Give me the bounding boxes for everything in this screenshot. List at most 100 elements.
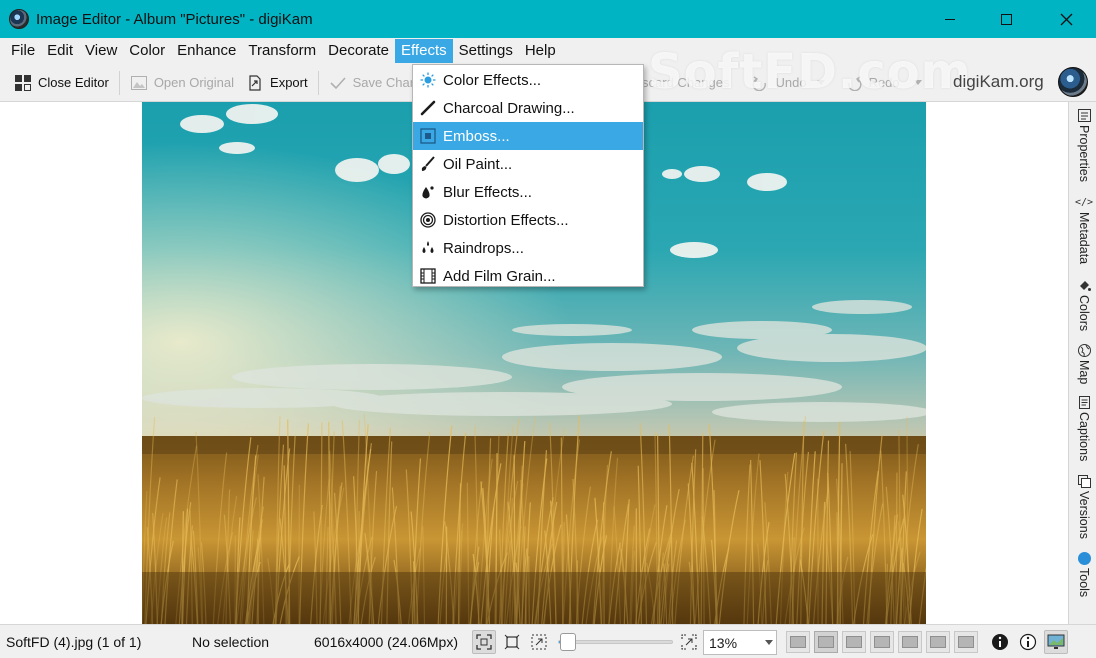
color-effects-icon: [420, 72, 436, 88]
tab-properties-label: Properties: [1077, 125, 1091, 182]
menu-item-distortion-effects[interactable]: Distortion Effects...: [413, 206, 643, 234]
close-window-button[interactable]: [1043, 0, 1089, 38]
discard-changes-label: scard Changes: [642, 75, 730, 90]
tab-map[interactable]: Map: [1073, 343, 1095, 384]
tab-captions-label: Captions: [1077, 412, 1091, 462]
view-mode-split-vertical[interactable]: [814, 631, 838, 653]
zoom-100-button[interactable]: [500, 630, 524, 654]
close-icon: [1060, 13, 1072, 25]
zoom-original-icon: [504, 634, 520, 650]
digikam-logo-icon[interactable]: [1058, 67, 1088, 97]
menu-item-label: Raindrops...: [443, 239, 524, 257]
redo-button[interactable]: Redo: [839, 69, 928, 97]
close-editor-label: Close Editor: [38, 75, 109, 90]
minimize-button[interactable]: [927, 0, 973, 38]
redo-icon: [845, 74, 863, 92]
view-overlap-icon: [902, 636, 918, 648]
tab-metadata[interactable]: </> Metadata: [1073, 195, 1095, 265]
menu-transform[interactable]: Transform: [242, 39, 322, 63]
export-button[interactable]: Export: [240, 69, 314, 97]
view-split-horizontal-icon: [846, 636, 862, 648]
zoom-in-icon: [681, 634, 697, 650]
menu-settings[interactable]: Settings: [453, 39, 519, 63]
menu-item-emboss[interactable]: Emboss...: [413, 122, 643, 150]
digikam-app-icon: [9, 9, 29, 29]
view-mode-mask[interactable]: [954, 631, 978, 653]
menu-item-label: Add Film Grain...: [443, 267, 556, 285]
tab-properties[interactable]: Properties: [1073, 108, 1095, 182]
menu-item-charcoal-drawing[interactable]: Charcoal Drawing...: [413, 94, 643, 122]
info-outline-icon: [1019, 633, 1037, 651]
view-mode-original[interactable]: [786, 631, 810, 653]
menu-item-label: Distortion Effects...: [443, 211, 569, 229]
underexposure-indicator-button[interactable]: [988, 630, 1012, 654]
menu-enhance[interactable]: Enhance: [171, 39, 242, 63]
oil-paint-icon: [420, 156, 436, 172]
menu-edit[interactable]: Edit: [41, 39, 79, 63]
tab-versions[interactable]: Versions: [1073, 474, 1095, 539]
view-mode-target[interactable]: [926, 631, 950, 653]
right-sidebar: Properties </> Metadata Colors Map Capti…: [1068, 102, 1096, 624]
color-managed-view-button[interactable]: [1044, 630, 1068, 654]
zoom-in-button[interactable]: [677, 630, 701, 654]
info-filled-icon: [992, 634, 1008, 650]
menu-color[interactable]: Color: [123, 39, 171, 63]
tab-metadata-label: Metadata: [1077, 212, 1091, 265]
effects-menu: Color Effects... Charcoal Drawing... Emb…: [412, 64, 644, 287]
emboss-icon: [420, 128, 436, 144]
view-mode-side-by-side[interactable]: [870, 631, 894, 653]
distortion-icon: [420, 212, 436, 228]
menu-item-label: Oil Paint...: [443, 155, 513, 173]
menu-item-raindrops[interactable]: Raindrops...: [413, 234, 643, 262]
menu-help[interactable]: Help: [519, 39, 562, 63]
menu-item-oil-paint[interactable]: Oil Paint...: [413, 150, 643, 178]
discard-changes-button[interactable]: scard Changes: [640, 69, 735, 97]
zoom-slider-handle[interactable]: [560, 633, 577, 651]
status-filename: SoftFD (4).jpg (1 of 1): [6, 634, 142, 650]
tab-colors[interactable]: Colors: [1073, 278, 1095, 331]
view-mode-overlap[interactable]: [898, 631, 922, 653]
thumbnails-grid-icon: [14, 74, 32, 92]
tab-captions[interactable]: Captions: [1073, 395, 1095, 461]
zoom-to-fit-button[interactable]: [472, 630, 496, 654]
open-original-label: Open Original: [153, 75, 235, 90]
menu-item-color-effects[interactable]: Color Effects...: [413, 66, 643, 94]
chevron-down-icon: [765, 640, 773, 645]
undo-label: Undo: [775, 75, 807, 90]
raindrops-icon: [420, 240, 436, 256]
menu-item-label: Blur Effects...: [443, 183, 532, 201]
tab-tools[interactable]: Tools: [1073, 551, 1095, 597]
menu-view[interactable]: View: [79, 39, 123, 63]
menu-decorate[interactable]: Decorate: [322, 39, 395, 63]
save-changes-button[interactable]: Save Char: [323, 69, 420, 97]
view-original-icon: [790, 636, 806, 648]
zoom-level-select[interactable]: 13%: [703, 630, 777, 655]
zoom-selection-button[interactable]: [527, 630, 551, 654]
title-bar: Image Editor - Album "Pictures" - digiKa…: [0, 0, 1096, 38]
chevron-down-icon[interactable]: [816, 80, 825, 85]
menu-item-add-film-grain[interactable]: Add Film Grain...: [413, 262, 643, 290]
menu-item-blur-effects[interactable]: Blur Effects...: [413, 178, 643, 206]
view-mode-split-horizontal[interactable]: [842, 631, 866, 653]
menu-file[interactable]: File: [5, 39, 41, 63]
undo-button[interactable]: Undo: [745, 69, 830, 97]
maximize-button[interactable]: [983, 0, 1029, 38]
overexposure-indicator-button[interactable]: [1016, 630, 1040, 654]
status-selection: No selection: [192, 634, 270, 650]
chevron-down-icon[interactable]: [913, 80, 922, 85]
checkmark-icon: [329, 74, 347, 92]
undo-icon: [751, 74, 769, 92]
digikam-org-link[interactable]: digiKam.org: [953, 72, 1044, 92]
menu-item-label: Charcoal Drawing...: [443, 99, 575, 117]
open-original-button[interactable]: Open Original: [124, 69, 240, 97]
toolbar-separator: [317, 70, 319, 95]
zoom-selection-icon: [531, 634, 547, 650]
export-label: Export: [270, 75, 308, 90]
view-side-by-side-icon: [874, 636, 890, 648]
close-editor-button[interactable]: Close Editor: [8, 69, 115, 97]
view-target-icon: [930, 636, 946, 648]
blur-icon: [420, 184, 436, 200]
menu-effects[interactable]: Effects: [395, 39, 453, 63]
zoom-level-value: 13%: [709, 634, 738, 651]
menu-bar: File Edit View Color Enhance Transform D…: [0, 38, 1096, 64]
